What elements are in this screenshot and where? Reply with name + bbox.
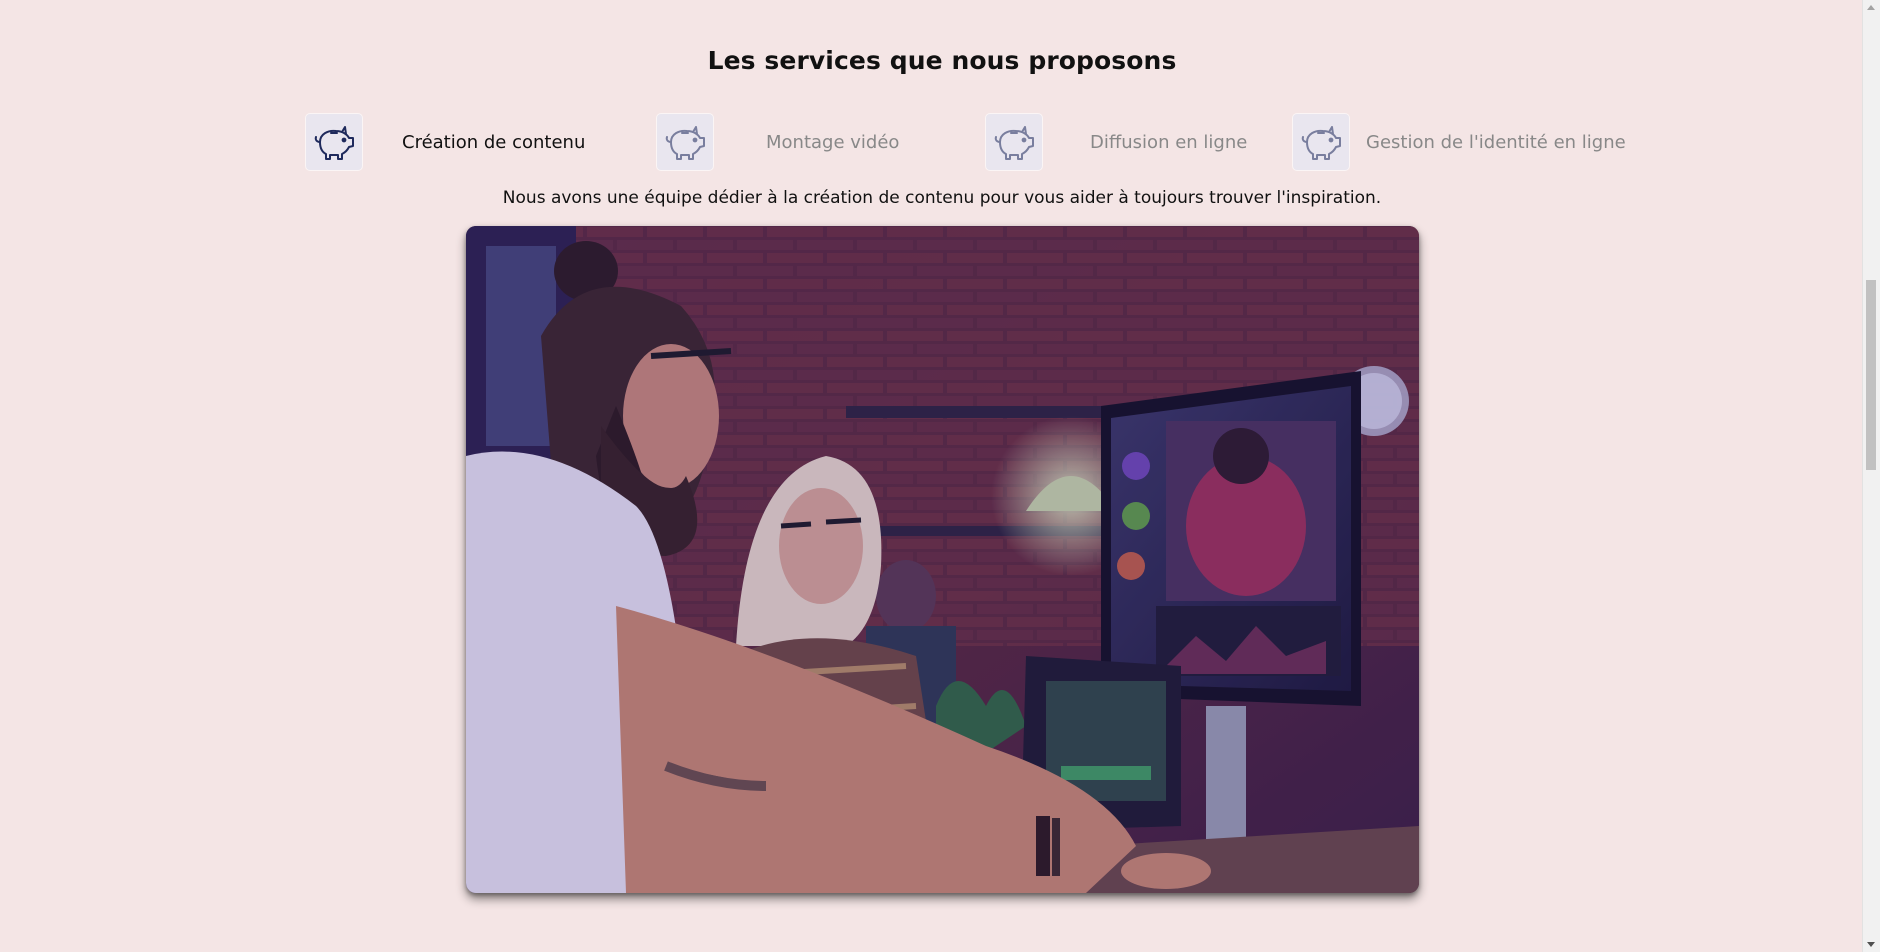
piggy-bank-icon (657, 114, 713, 170)
tab-label: Diffusion en ligne (1090, 131, 1248, 153)
section-title: Les services que nous proposons (707, 46, 1177, 75)
tab-label: Création de contenu (402, 131, 586, 153)
services-page: Les services que nous proposons Création… (0, 0, 1880, 952)
tab-montage-video[interactable]: Montage vidéo (657, 113, 899, 171)
piggy-bank-icon (306, 114, 362, 170)
tab-gestion-identite[interactable]: Gestion de l'identité en ligne (1293, 113, 1626, 171)
scrollbar-thumb[interactable] (1866, 280, 1876, 470)
service-photo (466, 226, 1419, 893)
tab-label: Gestion de l'identité en ligne (1366, 131, 1626, 153)
tab-description: Nous avons une équipe dédier à la créati… (502, 188, 1382, 208)
tab-label: Montage vidéo (766, 131, 900, 153)
piggy-bank-icon (986, 114, 1042, 170)
tab-creation-de-contenu[interactable]: Création de contenu (306, 113, 585, 171)
piggy-bank-icon (1293, 114, 1349, 170)
scroll-up-arrow-icon[interactable] (1867, 5, 1875, 10)
tab-diffusion-en-ligne[interactable]: Diffusion en ligne (986, 113, 1247, 171)
vertical-scrollbar[interactable] (1862, 0, 1880, 952)
scroll-down-arrow-icon[interactable] (1867, 942, 1875, 947)
services-tabs: Création de contenu Montage vidéo Diffus… (0, 113, 1880, 171)
